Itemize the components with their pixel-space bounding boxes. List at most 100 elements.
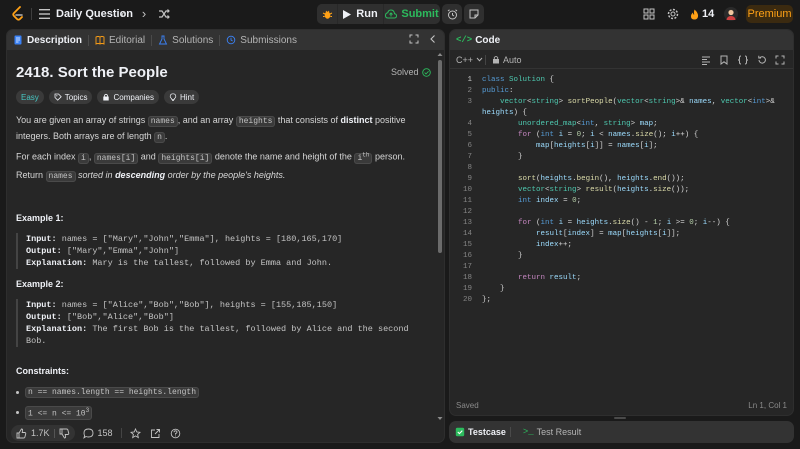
topics-tag[interactable]: Topics [48, 90, 93, 104]
submit-button[interactable]: Submit [384, 4, 440, 24]
fullscreen-icon[interactable] [775, 55, 785, 65]
run-button[interactable]: Run [338, 4, 383, 24]
tag-label: Topics [64, 92, 88, 102]
inline-code: i [78, 152, 89, 164]
debug-button[interactable] [317, 4, 337, 24]
problem-list-icon[interactable] [39, 9, 50, 19]
description-paragraph-1: You are given an array of strings names,… [16, 113, 432, 145]
testcase-label: Testcase [468, 427, 506, 437]
maximize-icon[interactable] [409, 34, 419, 44]
example-1-title: Example 1: [16, 213, 64, 223]
streak-count: 14 [702, 8, 715, 20]
superscript: th [362, 151, 370, 158]
history-icon [227, 35, 236, 45]
tag-label: Companies [113, 92, 154, 102]
tab-solutions[interactable]: Solutions [152, 30, 219, 50]
top-navbar: Daily Question ‹ › Run Submit 14 Premium [0, 0, 800, 28]
bullet [16, 391, 19, 394]
tag-icon [54, 93, 62, 101]
value: Mary is the tallest, followed by Emma an… [92, 258, 333, 268]
tab-editorial[interactable]: Editorial [89, 30, 151, 50]
example-explanation: Explanation: Mary is the tallest, follow… [26, 257, 432, 269]
prev-question-chevron-icon[interactable]: ‹ [116, 7, 130, 21]
code-line: 3 vector<string> sortPeople(vector<strin… [467, 98, 775, 106]
hint-tag[interactable]: Hint [163, 90, 200, 104]
streak-counter[interactable]: 14 [690, 8, 714, 20]
favorite-button[interactable] [130, 427, 142, 439]
testcase-panel: Testcase >_ Test Result [449, 421, 794, 443]
code-line: 12 [462, 208, 472, 216]
play-icon [343, 9, 352, 19]
companies-tag[interactable]: Companies [97, 90, 159, 104]
code-line: 18 return result; [462, 274, 582, 282]
collapse-chevron-icon[interactable] [428, 34, 438, 44]
code-line: 7 } [467, 153, 523, 161]
chevron-down-icon [476, 57, 483, 62]
code-editor[interactable]: 1 class Solution { 2 public: 3 vector<stri… [450, 72, 793, 397]
premium-button[interactable]: Premium [746, 5, 793, 23]
scroll-thumb[interactable] [438, 60, 442, 253]
help-button[interactable] [170, 427, 182, 439]
example-input: Input: names = ["Mary","John","Emma"], h… [26, 233, 432, 245]
divider [53, 428, 55, 438]
text: denote the name and height of the [212, 151, 355, 162]
constraint-code: n == names.length == heights.length [25, 387, 200, 398]
share-icon [151, 428, 160, 438]
curly-braces-icon[interactable] [737, 55, 749, 65]
star-icon [130, 427, 142, 439]
code-line: 15 index++; [462, 241, 573, 249]
example-output: Output: ["Mary","Emma","John"] [26, 245, 432, 257]
scroll-down-arrow-icon[interactable] [437, 416, 443, 421]
tab-test-result[interactable]: >_ Test Result [523, 427, 581, 437]
inline-code: heights [235, 116, 276, 127]
tab-label: Submissions [240, 34, 297, 46]
thumbs-down-icon[interactable] [59, 428, 70, 439]
reset-icon[interactable] [757, 55, 767, 65]
layout-grid-icon[interactable] [643, 8, 655, 20]
code-tab-label[interactable]: Code [475, 35, 500, 46]
leetcode-logo-icon[interactable] [11, 6, 25, 22]
vote-group: 1.7K [11, 425, 75, 441]
notes-button[interactable] [464, 4, 484, 24]
user-avatar[interactable] [724, 7, 738, 21]
submit-label: Submit [401, 8, 439, 20]
tab-submissions[interactable]: Submissions [220, 30, 303, 50]
code-line: 6 map[heights[i]] = names[i]; [467, 142, 658, 150]
thumbs-up-icon[interactable] [16, 428, 27, 439]
tag-label: Easy [21, 92, 39, 102]
next-question-chevron-icon[interactable]: › [137, 7, 151, 21]
share-button[interactable] [150, 427, 162, 439]
description-scrollbar[interactable] [437, 52, 443, 422]
problem-title[interactable]: 2418. Sort the People [16, 64, 168, 81]
tab-description[interactable]: Description [7, 30, 88, 50]
bookmark-icon[interactable] [719, 55, 729, 65]
bold-text: distinct [340, 115, 373, 125]
language-select[interactable]: C++ [456, 55, 483, 65]
settings-gear-icon[interactable] [667, 8, 679, 20]
description-paragraph-3: Return names sorted in descending order … [16, 168, 432, 184]
tab-testcase[interactable]: Testcase [455, 427, 506, 437]
code-panel: </> Code C++ Auto 1 class Solution { 2 pub… [449, 29, 794, 416]
code-line: 10 vector<string> result(heights.size())… [462, 186, 690, 194]
text: 1 <= n <= 10 [28, 409, 86, 419]
value: names = ["Alice","Bob","Bob"], heights =… [61, 300, 338, 310]
panel-resize-handle[interactable] [614, 417, 626, 419]
auto-mode-toggle[interactable]: Auto [492, 55, 522, 65]
text: For each index [16, 151, 79, 162]
shuffle-icon[interactable] [158, 8, 170, 20]
italic-text: order by the people's heights. [165, 170, 286, 180]
code-line: 14 result[index] = map[heights[i]]; [462, 230, 681, 238]
tab-label: Description [27, 34, 83, 46]
terminal-icon: >_ [522, 427, 534, 437]
editor-status-bar: Saved Ln 1, Col 1 [450, 401, 793, 415]
format-align-icon[interactable] [701, 55, 711, 65]
check-circle-icon [421, 67, 431, 77]
comments-button[interactable]: 158 [82, 427, 113, 439]
scroll-up-arrow-icon[interactable] [437, 52, 443, 57]
checkbox-icon [455, 427, 465, 437]
description-tabbar: Description Editorial Solutions Submissi… [7, 30, 444, 50]
code-line: heights) { [482, 109, 528, 117]
text: , and an array [177, 115, 236, 125]
timer-button[interactable] [442, 4, 462, 24]
solved-label: Solved [391, 67, 419, 77]
